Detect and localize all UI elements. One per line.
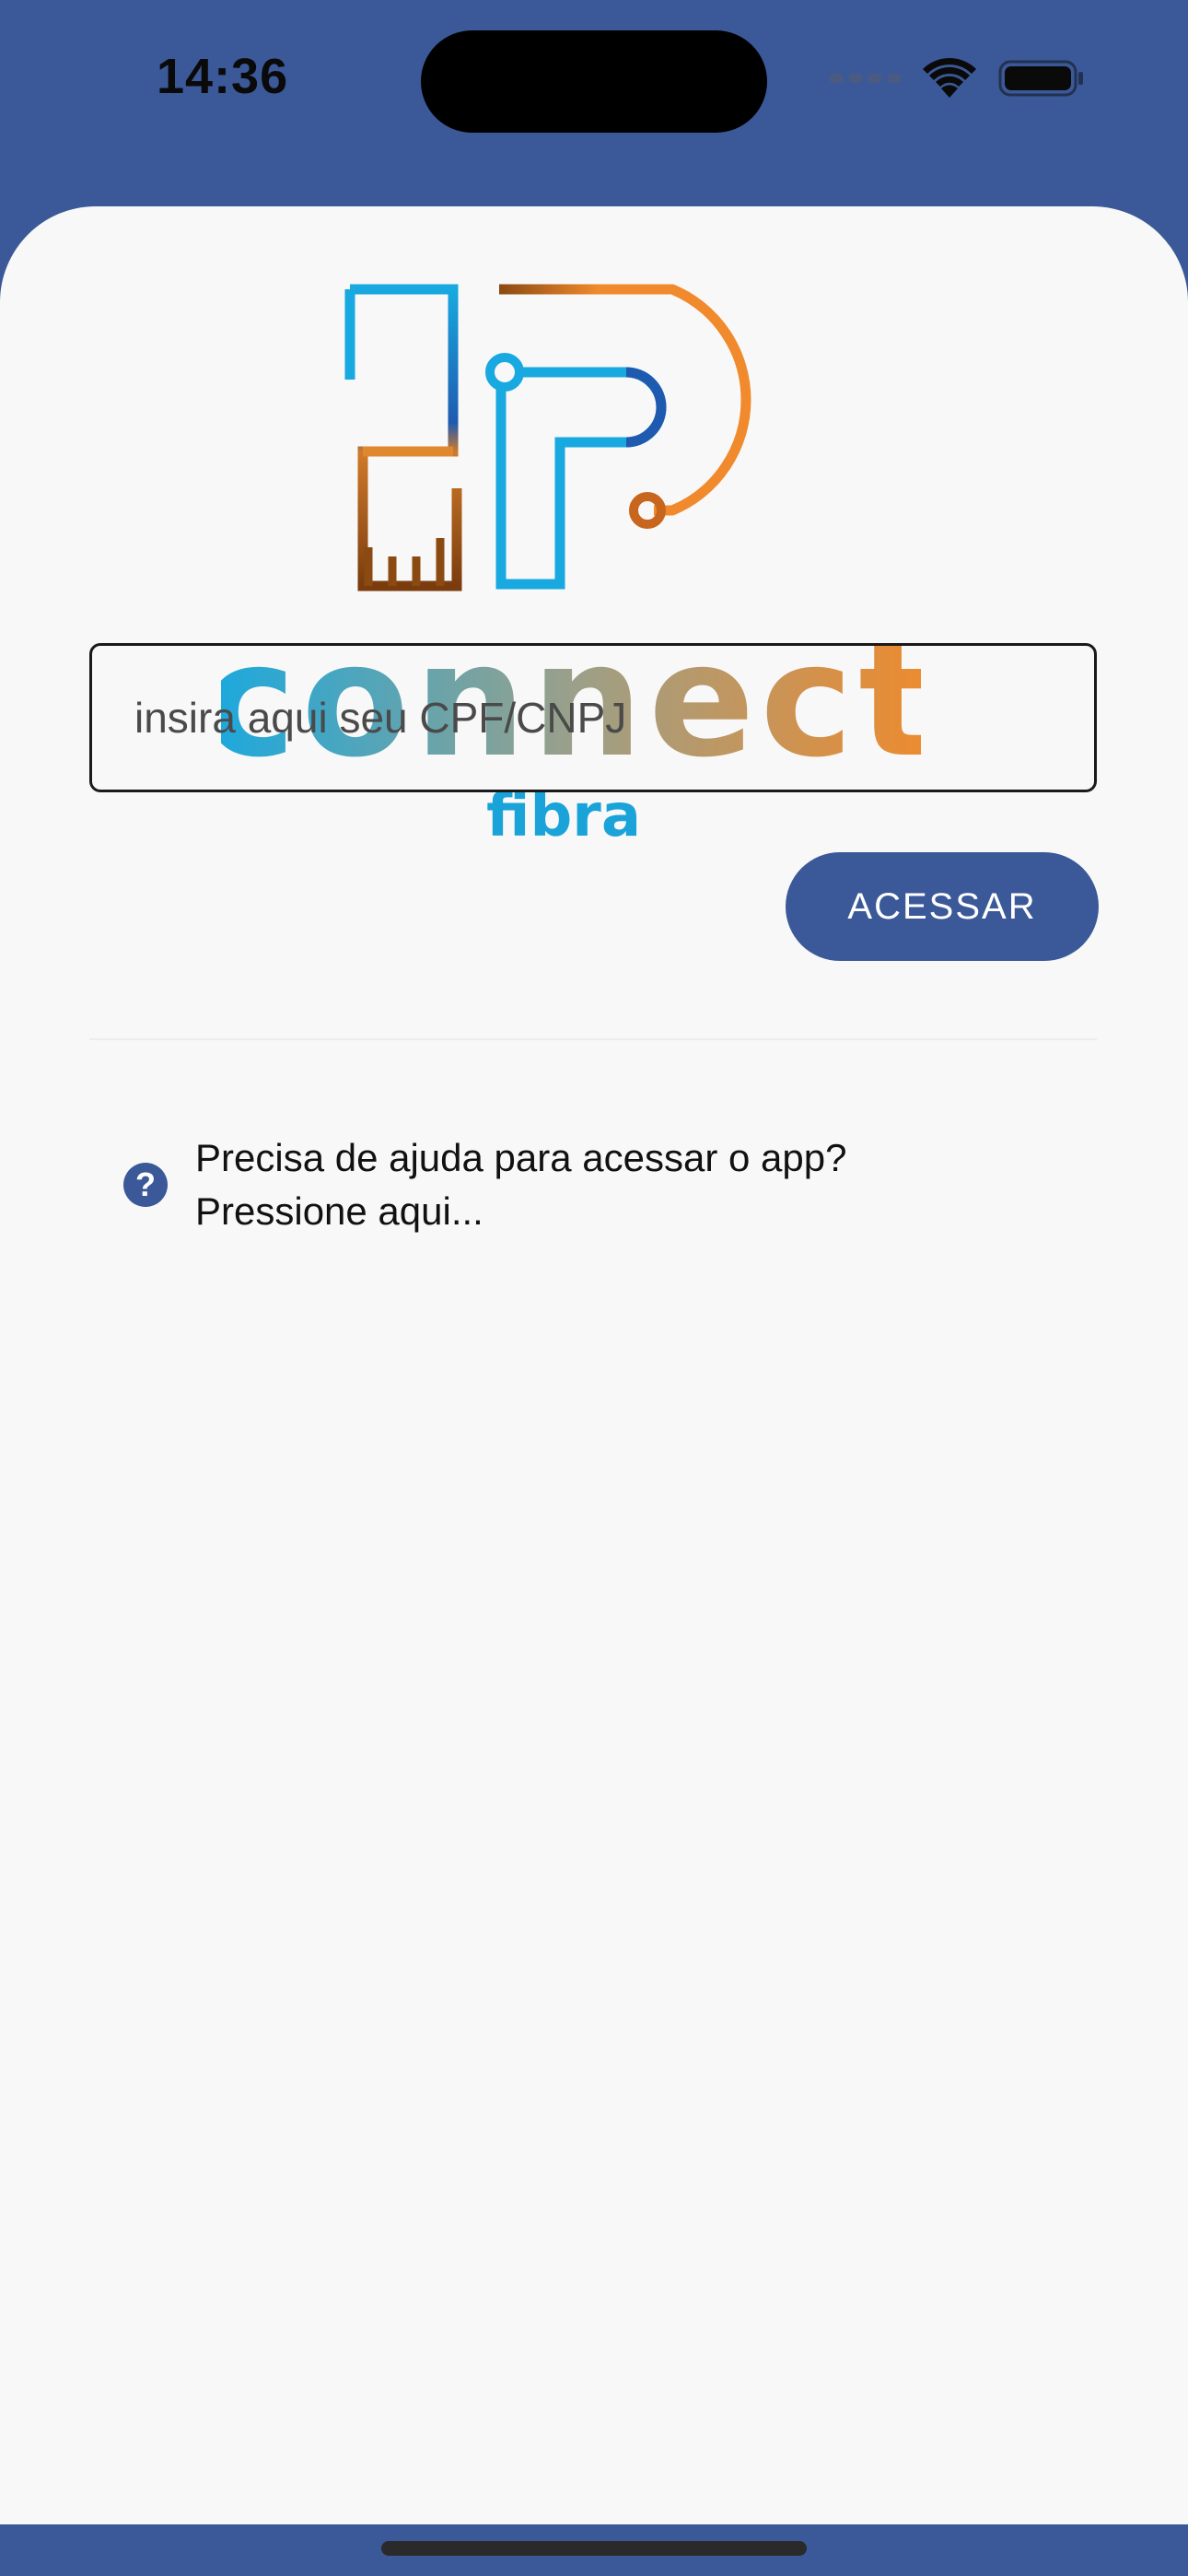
status-bar: 14:36 (0, 0, 1188, 206)
home-indicator[interactable] (381, 2541, 807, 2556)
access-button[interactable]: ACESSAR (786, 852, 1099, 961)
help-question-icon: ? (123, 1163, 168, 1207)
battery-icon (998, 60, 1083, 97)
login-card: connect fibra (0, 206, 1188, 2524)
status-icons (830, 53, 1085, 103)
logo-subtitle: fibra (486, 782, 641, 850)
divider (89, 1038, 1097, 1040)
cellular-signal-icon (830, 74, 901, 83)
cpf-cnpj-input[interactable] (89, 643, 1097, 792)
help-link[interactable]: ? Precisa de ajuda para acessar o app? P… (123, 1131, 1044, 1238)
help-line-1: Precisa de ajuda para acessar o app? (195, 1136, 847, 1179)
help-line-2: Pressione aqui... (195, 1189, 483, 1233)
dynamic-island (421, 30, 767, 133)
status-time: 14:36 (157, 49, 289, 104)
wifi-icon (923, 57, 976, 98)
help-text: Precisa de ajuda para acessar o app? Pre… (195, 1131, 846, 1238)
